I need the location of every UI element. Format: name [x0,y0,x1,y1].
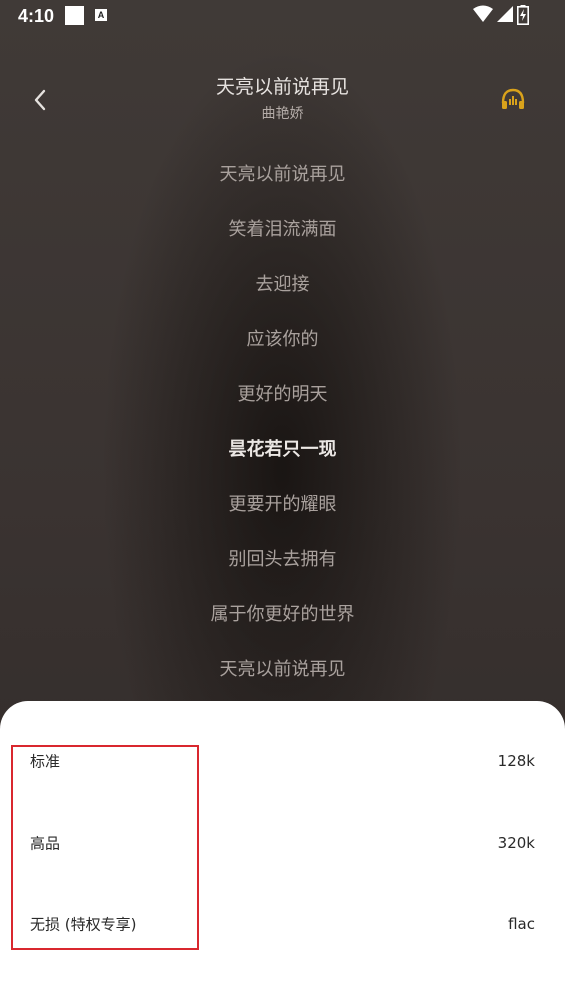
lyrics-list[interactable]: 天亮以前说再见 笑着泪流满面 去迎接 应该你的 更好的明天 昙花若只一现 更要开… [0,147,565,697]
lyric-line[interactable]: 笑着泪流满面 [0,202,565,257]
audio-quality-button[interactable] [498,84,528,114]
lyric-line[interactable]: 去迎接 [0,257,565,312]
song-title: 天亮以前说再见 [215,76,349,98]
lyric-line[interactable]: 别回头去拥有 [0,532,565,587]
cell-signal-icon [497,6,513,22]
quality-option-high[interactable]: 高品 320k [0,793,565,853]
lyric-line[interactable]: 更要开的耀眼 [0,477,565,532]
quality-bitrate: flac [508,915,535,933]
player-header: 天亮以前说再见 曲艳娇 [0,60,565,140]
lyric-line[interactable]: 更好的明天 [0,367,565,422]
lyric-line[interactable]: 应该你的 [0,312,565,367]
status-time: 4:10 [18,6,55,26]
quality-bitrate: 128k [497,752,535,770]
notification-square-icon [65,6,84,25]
lyric-line[interactable]: 属于你更好的世界 [0,587,565,642]
headphones-icon [501,88,525,109]
notification-a-icon: A [95,9,107,21]
quality-label: 标准 [30,752,61,771]
quality-bitrate: 320k [497,834,535,852]
lyric-line[interactable]: 天亮以前说再见 [0,642,565,697]
quality-option-lossless[interactable]: 无损 (特权专享) flac [0,874,565,934]
song-artist: 曲艳娇 [261,106,304,122]
battery-charging-icon [517,5,529,25]
quality-option-standard[interactable]: 标准 128k [0,711,565,771]
lyric-line[interactable]: 天亮以前说再见 [0,147,565,202]
quality-label: 无损 (特权专享) [30,915,137,934]
status-bar: 4:10 A [0,0,565,32]
quality-label: 高品 [30,834,61,853]
lyric-line-current[interactable]: 昙花若只一现 [0,422,565,477]
quality-bottom-sheet: 标准 128k 高品 320k 无损 (特权专享) flac [0,701,565,1004]
wifi-icon [473,5,493,22]
